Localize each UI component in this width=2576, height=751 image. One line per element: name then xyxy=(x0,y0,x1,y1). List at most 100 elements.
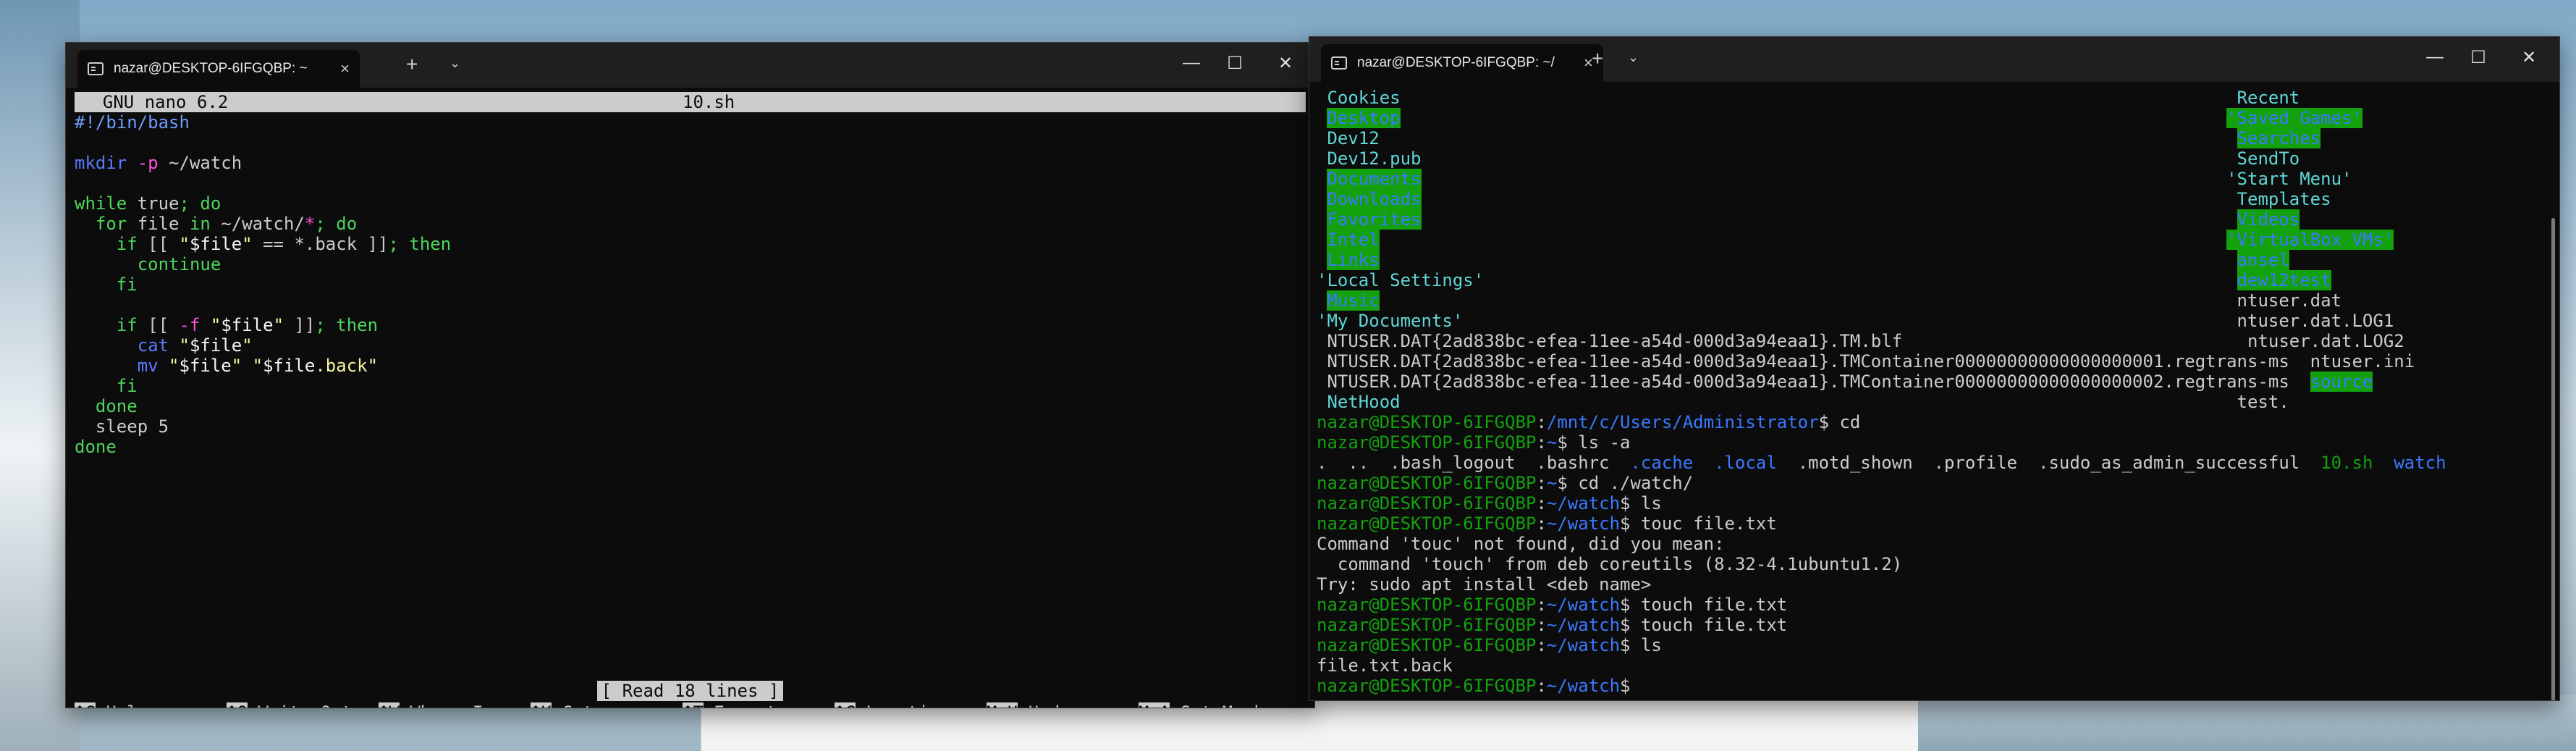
code-line-segment: ; do xyxy=(315,214,358,234)
terminal-line: Cookies Recent xyxy=(1317,88,2551,108)
terminal-line: file.txt.back xyxy=(1317,655,2551,676)
minimize-icon[interactable]: — xyxy=(1177,53,1206,73)
scrollbar[interactable] xyxy=(2551,218,2555,700)
terminal-line: nazar@DESKTOP-6IFGQBP:/mnt/c/Users/Admin… xyxy=(1317,412,2551,432)
terminal-line-segment xyxy=(1380,250,2237,270)
terminal-line-segment: $ ls -a xyxy=(1557,432,1631,453)
code-line: done xyxy=(75,396,1306,416)
terminal-line-segment: Desktop xyxy=(1327,108,1401,128)
code-line-segment: file xyxy=(127,214,190,234)
terminal-line-segment: : xyxy=(1536,493,1547,513)
terminal-line: NTUSER.DAT{2ad838bc-efea-11ee-a54d-000d3… xyxy=(1317,372,2551,392)
terminal-tab[interactable]: nazar@DESKTOP-6IFGQBP: ~/ × xyxy=(1321,44,1603,82)
nano-version: GNU nano 6.2 xyxy=(82,92,229,112)
code-line-segment: ; do xyxy=(179,193,221,214)
terminal-line-segment xyxy=(2289,372,2310,392)
nano-shortcut: M-A Set Mark xyxy=(1139,702,1264,708)
terminal-tab[interactable]: nazar@DESKTOP-6IFGQBP: ~ × xyxy=(77,50,360,88)
terminal-line-segment: 'Saved Games' xyxy=(2226,108,2362,128)
code-line-segment: for xyxy=(75,214,127,234)
terminal-line: Intel 'VirtualBox VMs' xyxy=(1317,230,2551,250)
terminal-line-segment: Intel xyxy=(1327,230,1380,250)
terminal-line-segment: nazar@DESKTOP-6IFGQBP xyxy=(1317,595,1537,615)
code-line-segment: " xyxy=(242,335,253,356)
close-icon[interactable]: × xyxy=(340,59,350,78)
code-line-segment: [[ xyxy=(137,234,180,254)
close-icon[interactable]: ✕ xyxy=(1271,53,1300,74)
terminal-line: Music ntuser.dat xyxy=(1317,290,2551,311)
code-line: #!/bin/bash xyxy=(75,112,1306,133)
terminal-line-segment: ~ xyxy=(1546,432,1558,453)
code-line-segment xyxy=(200,315,210,335)
code-line: if [[ -f "$file" ]]; then xyxy=(75,315,1306,335)
plus-icon[interactable]: + xyxy=(1592,47,1603,70)
code-line-segment: continue xyxy=(75,254,221,274)
code-line-segment: fi xyxy=(75,376,138,396)
code-line-segment xyxy=(159,356,169,376)
close-icon[interactable]: ✕ xyxy=(2514,47,2543,68)
code-line: done xyxy=(75,437,1306,457)
maximize-icon[interactable]: ☐ xyxy=(1220,53,1249,74)
terminal-line-segment: Templates xyxy=(1421,189,2331,209)
nano-buffer[interactable]: #!/bin/bash mkdir -p ~/watch while true;… xyxy=(75,112,1306,457)
terminal-line-segment: . .. .bash_logout .bashrc xyxy=(1317,453,1631,473)
terminal-line-segment: 10.sh xyxy=(2320,453,2373,473)
shortcut-key: ^K xyxy=(531,702,552,708)
terminal-line-segment: 'Start Menu' xyxy=(1421,169,2352,189)
maximize-icon[interactable]: ☐ xyxy=(2464,47,2493,68)
terminal-line: . .. .bash_logout .bashrc .cache .local … xyxy=(1317,453,2551,473)
code-line-segment: fi xyxy=(75,274,138,295)
terminal-line-segment: $ cd xyxy=(1818,412,1861,432)
code-line-segment: " xyxy=(179,335,190,356)
terminal-line-segment xyxy=(1422,209,2237,230)
terminal-line-segment: 'Local Settings' xyxy=(1317,270,1485,290)
code-line: continue xyxy=(75,254,1306,274)
terminal-line-segment: file.txt.back xyxy=(1317,655,1453,676)
terminal-line-segment: Documents xyxy=(1327,169,1422,189)
terminal-line: Favorites Videos xyxy=(1317,209,2551,230)
chevron-down-icon[interactable]: ⌄ xyxy=(1628,50,1639,65)
shortcut-label: Help xyxy=(96,702,148,708)
chevron-down-icon[interactable]: ⌄ xyxy=(449,56,460,71)
shortcut-label: Cut xyxy=(552,702,593,708)
code-line-segment xyxy=(242,356,252,376)
terminal-line: 'Local Settings' dew12test xyxy=(1317,270,2551,290)
minimize-icon[interactable]: — xyxy=(2420,47,2449,67)
terminal-line-segment: : xyxy=(1536,595,1547,615)
terminal-line: Documents 'Start Menu' xyxy=(1317,169,2551,189)
nano-status: [ Read 18 lines ] xyxy=(75,681,1306,701)
terminal-line: nazar@DESKTOP-6IFGQBP:~/watch$ xyxy=(1317,676,2551,696)
terminal-line-segment: Dev12.pub xyxy=(1317,148,1422,169)
code-line-segment: ; then xyxy=(315,315,379,335)
terminal-line-segment: $ touch file.txt xyxy=(1620,615,1788,635)
terminal-line-segment: Dev12 xyxy=(1317,128,1380,148)
terminal-line-segment: ntuser.dat.LOG1 xyxy=(1463,311,2394,331)
code-line-segment: " xyxy=(179,234,190,254)
plus-icon[interactable]: + xyxy=(406,53,418,76)
terminal-line-segment: nazar@DESKTOP-6IFGQBP xyxy=(1317,473,1537,493)
terminal-line-segment xyxy=(1317,108,1327,128)
code-line-segment: ~/watch/ xyxy=(210,214,305,234)
terminal-line-segment: nazar@DESKTOP-6IFGQBP xyxy=(1317,635,1537,655)
terminal-line: nazar@DESKTOP-6IFGQBP:~/watch$ touch fil… xyxy=(1317,615,2551,635)
shell-output[interactable]: Cookies Recent Desktop 'Saved Games' Dev… xyxy=(1317,88,2551,700)
tab-bar: nazar@DESKTOP-6IFGQBP: ~ × + ⌄ — ☐ ✕ xyxy=(66,43,1314,88)
terminal-line-segment: 'My Documents' xyxy=(1317,311,1464,331)
terminal-line: Dev12.pub SendTo xyxy=(1317,148,2551,169)
terminal-line-segment: NTUSER.DAT{2ad838bc-efea-11ee-a54d-000d3… xyxy=(1317,372,2289,392)
code-line: for file in ~/watch/*; do xyxy=(75,214,1306,234)
terminal-line: Command 'touc' not found, did you mean: xyxy=(1317,534,2551,554)
nano-shortcut: ^O Write Out xyxy=(227,702,352,708)
terminal-line-segment: Command 'touc' not found, did you mean: xyxy=(1317,534,1725,554)
terminal-line-segment: NTUSER.DAT{2ad838bc-efea-11ee-a54d-000d3… xyxy=(1317,351,2289,372)
terminal-line-segment: /mnt/c/Users/Administrator xyxy=(1546,412,1819,432)
nano-editor[interactable]: GNU nano 6.2 10.sh #!/bin/bash mkdir -p … xyxy=(75,92,1306,708)
code-line-segment: while xyxy=(75,193,127,214)
terminal-line: NTUSER.DAT{2ad838bc-efea-11ee-a54d-000d3… xyxy=(1317,351,2551,372)
shortcut-key: ^T xyxy=(683,702,704,708)
desktop-wallpaper-strip xyxy=(1918,695,2576,751)
terminal-line: NTUSER.DAT{2ad838bc-efea-11ee-a54d-000d3… xyxy=(1317,331,2551,351)
terminal-line-segment: Try: sudo apt install <deb name> xyxy=(1317,574,1652,595)
